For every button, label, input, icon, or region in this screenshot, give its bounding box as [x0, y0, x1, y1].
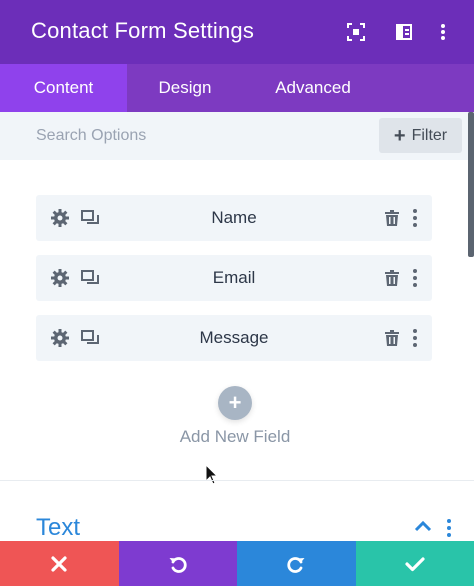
- duplicate-icon[interactable]: [80, 328, 100, 348]
- gear-icon[interactable]: [50, 208, 70, 228]
- duplicate-icon[interactable]: [80, 208, 100, 228]
- discard-button[interactable]: [0, 541, 119, 586]
- section-title[interactable]: Text: [36, 514, 80, 542]
- footer-action-bar: [0, 541, 474, 586]
- field-row-message[interactable]: Message: [36, 315, 432, 361]
- divider: [0, 480, 474, 481]
- search-input[interactable]: [20, 118, 392, 154]
- trash-icon[interactable]: [382, 328, 402, 348]
- undo-button[interactable]: [118, 541, 237, 586]
- plus-icon: +: [228, 390, 242, 415]
- redo-button[interactable]: [237, 541, 356, 586]
- tab-design[interactable]: Design: [127, 64, 243, 112]
- more-vertical-icon[interactable]: [408, 268, 422, 288]
- redo-icon: [287, 556, 305, 573]
- filter-button[interactable]: + Filter: [379, 118, 462, 153]
- mouse-cursor-icon: [205, 464, 219, 485]
- trash-icon[interactable]: [382, 268, 402, 288]
- add-new-field-label[interactable]: Add New Field: [0, 427, 470, 447]
- save-button[interactable]: [355, 541, 474, 586]
- gear-icon[interactable]: [50, 268, 70, 288]
- more-vertical-icon[interactable]: [408, 208, 422, 228]
- scrollbar[interactable]: [468, 112, 474, 257]
- expand-icon[interactable]: [344, 20, 368, 44]
- duplicate-icon[interactable]: [80, 268, 100, 288]
- field-row-name[interactable]: Name: [36, 195, 432, 241]
- more-vertical-icon[interactable]: [444, 518, 454, 538]
- gear-icon[interactable]: [50, 328, 70, 348]
- tab-bar: Content Design Advanced: [0, 64, 474, 112]
- trash-icon[interactable]: [382, 208, 402, 228]
- field-row-email[interactable]: Email: [36, 255, 432, 301]
- sidebar-layout-icon[interactable]: [392, 20, 416, 44]
- more-vertical-icon[interactable]: [431, 20, 455, 44]
- modal-header: Contact Form Settings: [0, 0, 474, 64]
- tab-content[interactable]: Content: [0, 64, 127, 112]
- check-icon: [405, 556, 425, 571]
- close-icon: [51, 555, 67, 572]
- filter-label: Filter: [411, 126, 448, 144]
- tab-advanced[interactable]: Advanced: [243, 64, 383, 112]
- add-field-button[interactable]: +: [218, 386, 252, 420]
- modal-title: Contact Form Settings: [31, 18, 255, 43]
- more-vertical-icon[interactable]: [408, 328, 422, 348]
- undo-icon: [169, 556, 187, 573]
- chevron-up-icon[interactable]: [414, 519, 432, 533]
- plus-icon: +: [393, 124, 406, 147]
